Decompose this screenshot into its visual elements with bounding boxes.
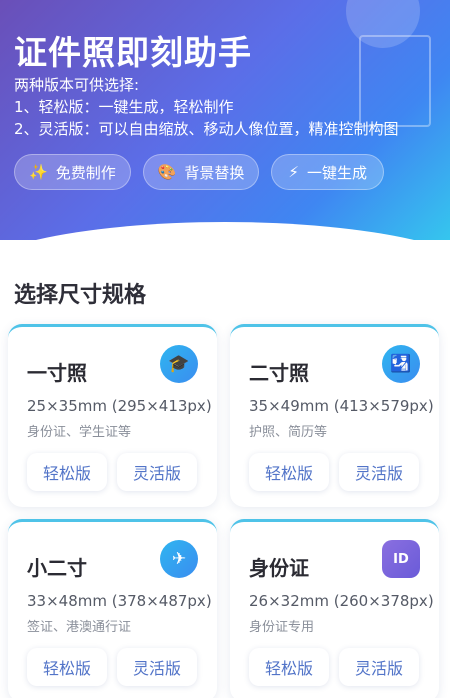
feature-label: 一键生成 bbox=[306, 163, 367, 182]
passport-icon: 🛂 bbox=[382, 345, 420, 383]
sparkles-icon: ✨ bbox=[29, 163, 48, 181]
lightning-icon: ⚡ bbox=[288, 163, 299, 181]
size-usage: 签证、港澳通行证 bbox=[27, 620, 132, 635]
easy-version-button[interactable]: 轻松版 bbox=[249, 648, 329, 686]
easy-version-button[interactable]: 轻松版 bbox=[249, 453, 329, 491]
hero-banner: 证件照即刻助手 两种版本可供选择: 1、轻松版：一键生成，轻松制作 2、灵活版：… bbox=[0, 0, 450, 240]
size-spec: 25×35mm (295×413px) bbox=[27, 397, 212, 415]
flex-version-button[interactable]: 灵活版 bbox=[117, 648, 197, 686]
size-usage: 身份证、学生证等 bbox=[27, 425, 132, 440]
size-card-two-inch: 二寸照 🛂 35×49mm (413×579px) 护照、简历等 轻松版 灵活版 bbox=[230, 324, 439, 507]
intro-line-3: 2、灵活版：可以自由缩放、移动人像位置，精准控制构图 bbox=[14, 120, 399, 138]
feature-pill-background: 🎨 背景替换 bbox=[142, 154, 260, 190]
feature-label: 背景替换 bbox=[184, 163, 245, 182]
hero-wave bbox=[0, 222, 450, 240]
flex-version-button[interactable]: 灵活版 bbox=[117, 453, 197, 491]
size-name: 一寸照 bbox=[27, 361, 87, 385]
size-spec: 35×49mm (413×579px) bbox=[249, 397, 434, 415]
intro-text: 两种版本可供选择: 1、轻松版：一键生成，轻松制作 2、灵活版：可以自由缩放、移… bbox=[14, 74, 399, 140]
graduation-cap-icon: 🎓 bbox=[160, 345, 198, 383]
easy-version-button[interactable]: 轻松版 bbox=[27, 648, 107, 686]
id-card-icon: ID bbox=[382, 540, 420, 578]
size-usage: 身份证专用 bbox=[249, 620, 315, 635]
app-title: 证件照即刻助手 bbox=[14, 33, 252, 72]
easy-version-button[interactable]: 轻松版 bbox=[27, 453, 107, 491]
size-name: 小二寸 bbox=[27, 556, 87, 580]
size-name: 身份证 bbox=[249, 556, 309, 580]
size-usage: 护照、简历等 bbox=[249, 425, 328, 440]
feature-pills: ✨ 免费制作 🎨 背景替换 ⚡ 一键生成 bbox=[14, 154, 384, 190]
flex-version-button[interactable]: 灵活版 bbox=[339, 648, 419, 686]
section-title: 选择尺寸规格 bbox=[14, 283, 147, 308]
intro-line-2: 1、轻松版：一键生成，轻松制作 bbox=[14, 98, 234, 116]
size-card-small-two-inch: 小二寸 ✈ 33×48mm (378×487px) 签证、港澳通行证 轻松版 灵… bbox=[8, 519, 217, 698]
size-card-one-inch: 一寸照 🎓 25×35mm (295×413px) 身份证、学生证等 轻松版 灵… bbox=[8, 324, 217, 507]
size-card-id-card: 身份证 ID 26×32mm (260×378px) 身份证专用 轻松版 灵活版 bbox=[230, 519, 439, 698]
intro-line-1: 两种版本可供选择: bbox=[14, 76, 140, 94]
feature-pill-oneclick: ⚡ 一键生成 bbox=[271, 154, 384, 190]
flex-version-button[interactable]: 灵活版 bbox=[339, 453, 419, 491]
airplane-icon: ✈ bbox=[160, 540, 198, 578]
size-spec: 33×48mm (378×487px) bbox=[27, 592, 212, 610]
palette-icon: 🎨 bbox=[157, 163, 177, 181]
feature-label: 免费制作 bbox=[55, 163, 116, 182]
feature-pill-free: ✨ 免费制作 bbox=[14, 154, 131, 190]
size-name: 二寸照 bbox=[249, 361, 309, 385]
size-spec: 26×32mm (260×378px) bbox=[249, 592, 434, 610]
